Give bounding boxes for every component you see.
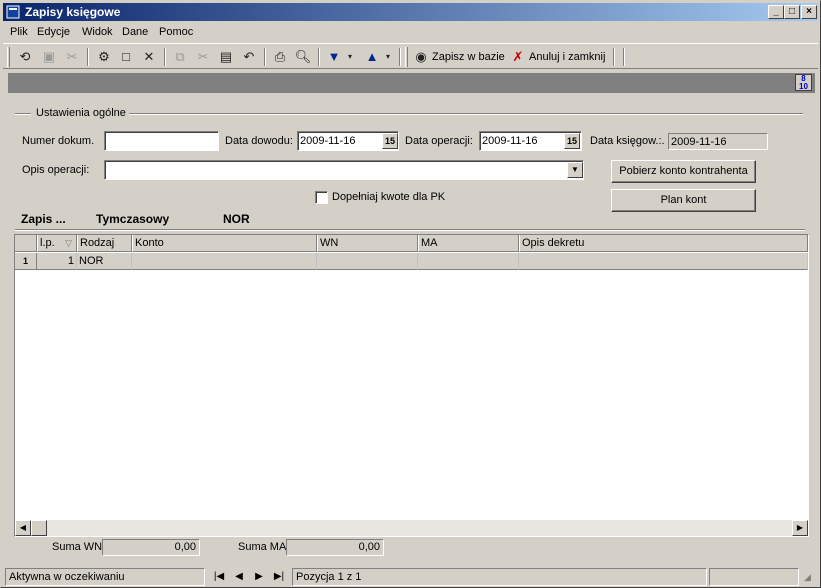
menu-widok[interactable]: Widok — [82, 26, 113, 38]
book-date-label: Data księgow.:. — [590, 135, 665, 147]
window-title: Zapisy księgowe — [25, 5, 121, 19]
move-up-icon[interactable]: ▲ — [363, 48, 381, 66]
sort-desc-icon: ▽ — [65, 238, 72, 248]
properties-icon[interactable]: ⚙ — [95, 48, 113, 66]
toolbar-separator — [87, 48, 89, 66]
close-button[interactable]: × — [801, 5, 817, 19]
toolbar-separator — [623, 48, 625, 66]
book-date-field — [668, 133, 768, 150]
app-icon — [6, 5, 20, 19]
status-state: Aktywna w oczekiwaniu — [5, 568, 205, 586]
op-date-label: Data operacji: — [405, 135, 473, 147]
doc-date-calendar-icon[interactable]: 15 — [382, 133, 398, 149]
cut-icon[interactable]: ✂ — [194, 48, 212, 66]
delete-record-icon[interactable]: ✂ — [63, 48, 81, 66]
group-line-left — [15, 113, 31, 115]
paste-icon[interactable]: ▤ — [217, 48, 235, 66]
chart-of-accounts-button[interactable]: Plan kont — [611, 189, 756, 212]
table-cell-opis[interactable] — [519, 253, 808, 270]
status-panel-extra — [709, 568, 799, 586]
fetch-contractor-account-button[interactable]: Pobierz konto kontrahenta — [611, 160, 756, 183]
horizontal-scrollbar[interactable]: ◀ ▶ — [15, 520, 808, 536]
save-to-db-button[interactable]: Zapisz w bazie — [432, 48, 505, 66]
resize-grip-icon[interactable]: ◢ — [804, 572, 816, 584]
doc-date-label: Data dowodu: — [225, 135, 293, 147]
toolbar: ⟲ ▣ ✂ ⚙ □ ✕ ⧉ ✂ ▤ ↶ ⎙ 🔍︎ ▼ ▾ ▲ ▾ ◉ Zapis… — [3, 43, 818, 69]
grid-header-opis[interactable]: Opis dekretu — [519, 235, 808, 252]
menu-pomoc[interactable]: Pomoc — [159, 26, 193, 38]
divider — [15, 229, 805, 231]
grid-header-indicator — [15, 235, 37, 252]
sort-numeric-icon[interactable]: 8 10 — [795, 74, 812, 91]
undo-icon[interactable]: ↶ — [240, 48, 258, 66]
op-desc-dropdown-icon[interactable]: ▼ — [567, 162, 583, 178]
undo-all-icon[interactable]: ⟲ — [16, 48, 34, 66]
toolbar-separator — [264, 48, 266, 66]
menu-plik[interactable]: Plik — [10, 26, 28, 38]
database-save-icon: ◉ — [415, 49, 427, 64]
toolbar-grip[interactable] — [7, 47, 10, 67]
doc-number-label: Numer dokum. — [22, 135, 95, 147]
nav-next-icon[interactable]: ▶ — [250, 570, 268, 584]
save-icon[interactable]: ▣ — [40, 48, 58, 66]
sum-ma-value: 0,00 — [286, 539, 384, 556]
toolbar-separator — [164, 48, 166, 66]
sum-ma-label: Suma MA — [238, 541, 287, 553]
maximize-button[interactable]: □ — [784, 5, 800, 19]
entries-grid[interactable]: l.p. ▽ Rodzaj Konto WN MA Opis dekretu 1… — [14, 234, 809, 537]
table-row-indicator[interactable]: 1 — [15, 253, 37, 270]
print-icon[interactable]: ⎙ — [271, 48, 289, 66]
toolbar-separator — [613, 48, 615, 66]
title-bar[interactable]: Zapisy księgowe _ □ × — [3, 3, 818, 21]
table-cell-ma[interactable] — [418, 253, 519, 270]
minimize-button[interactable]: _ — [768, 5, 784, 19]
group-line-right — [123, 113, 803, 115]
entry-type: NOR — [223, 212, 250, 226]
delete-icon[interactable]: ✕ — [140, 48, 158, 66]
table-cell-konto[interactable] — [132, 253, 317, 270]
entry-label: Zapis ... — [21, 212, 66, 226]
move-up-dropdown-icon[interactable]: ▾ — [383, 48, 393, 66]
group-title: Ustawienia ogólne — [33, 107, 129, 119]
toolbar-grip[interactable] — [405, 47, 408, 67]
menu-dane[interactable]: Dane — [122, 26, 148, 38]
nav-prev-icon[interactable]: ◀ — [230, 570, 248, 584]
toolbar-separator — [399, 48, 401, 66]
main-window: Zapisy księgowe _ □ × Plik Edycje Widok … — [0, 0, 821, 588]
scroll-right-icon[interactable]: ▶ — [792, 520, 808, 536]
menu-edycje[interactable]: Edycje — [37, 26, 70, 38]
fill-pk-checkbox[interactable] — [315, 191, 328, 204]
grid-header-rodzaj[interactable]: Rodzaj — [77, 235, 132, 252]
op-desc-label: Opis operacji: — [22, 164, 90, 176]
table-cell-rodzaj[interactable]: NOR — [77, 253, 132, 270]
sum-wn-value: 0,00 — [102, 539, 200, 556]
nav-first-icon[interactable]: |◀ — [210, 570, 228, 584]
scroll-left-icon[interactable]: ◀ — [15, 520, 31, 536]
grid-header-ma[interactable]: MA — [418, 235, 519, 252]
move-down-icon[interactable]: ▼ — [325, 48, 343, 66]
print-preview-icon[interactable]: 🔍︎ — [294, 48, 312, 66]
entry-status: Tymczasowy — [96, 212, 170, 226]
copy-icon[interactable]: ⧉ — [171, 48, 189, 66]
toolbar-separator — [318, 48, 320, 66]
op-desc-input[interactable] — [104, 160, 584, 180]
new-document-icon[interactable]: □ — [117, 48, 135, 66]
move-down-dropdown-icon[interactable]: ▾ — [345, 48, 355, 66]
cancel-close-button[interactable]: Anuluj i zamknij — [529, 48, 605, 66]
sum-wn-label: Suma WN — [52, 541, 103, 553]
grid-header-konto[interactable]: Konto — [132, 235, 317, 252]
caption-strip: 8 10 — [8, 73, 815, 93]
table-cell-lp[interactable]: 1 — [37, 253, 77, 270]
doc-number-input[interactable] — [104, 131, 219, 151]
op-date-calendar-icon[interactable]: 15 — [564, 133, 580, 149]
cancel-close-icon: ✗ — [512, 49, 524, 64]
status-position: Pozycja 1 z 1 — [292, 568, 707, 586]
nav-last-icon[interactable]: ▶| — [270, 570, 288, 584]
grid-header-lp[interactable]: l.p. ▽ — [37, 235, 77, 252]
table-cell-wn[interactable] — [317, 253, 418, 270]
fill-pk-label: Dopełniaj kwote dla PK — [332, 191, 446, 203]
grid-header-wn[interactable]: WN — [317, 235, 418, 252]
scroll-thumb[interactable] — [31, 520, 47, 536]
menu-bar: Plik Edycje Widok Dane Pomoc — [3, 23, 818, 42]
